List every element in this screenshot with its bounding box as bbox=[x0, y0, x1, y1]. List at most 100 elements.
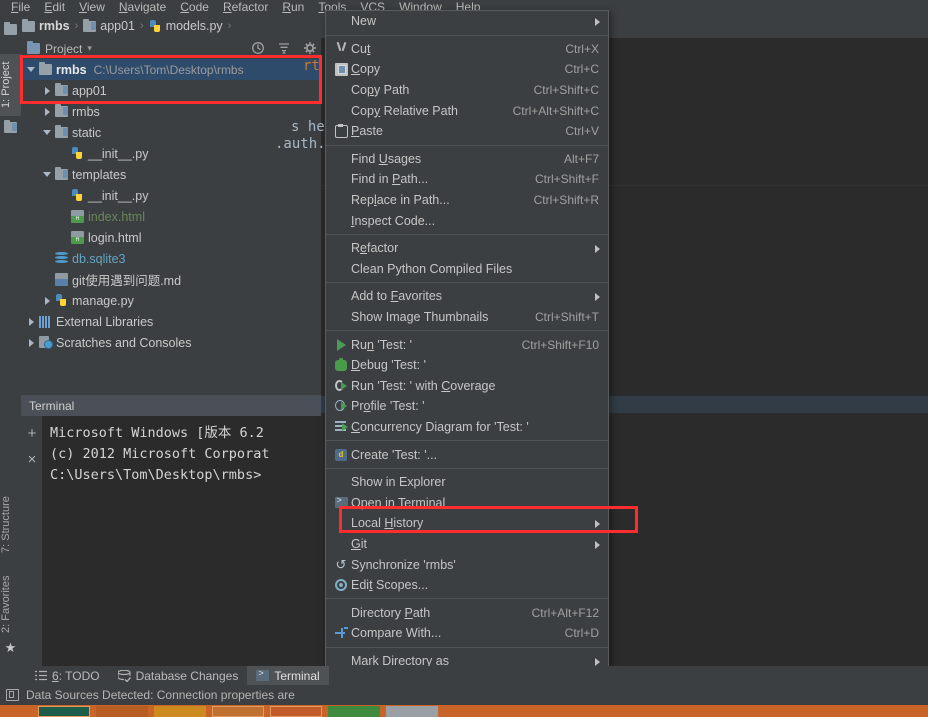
context-menu-item-find-in-path[interactable]: Find in Path... Ctrl+Shift+F bbox=[326, 169, 608, 190]
context-menu-item-paste[interactable]: Paste Ctrl+V bbox=[326, 121, 608, 142]
submenu-arrow-icon bbox=[595, 18, 600, 26]
sidebar-tab-structure[interactable]: 7: Structure bbox=[0, 488, 21, 562]
left-tool-window-stripe[interactable]: 1: Project 7: Structure 2: Favorites ★ bbox=[0, 22, 22, 696]
context-menu-item-copy-relative-path[interactable]: Copy Relative Path Ctrl+Alt+Shift+C bbox=[326, 100, 608, 121]
tree-node-app01[interactable]: app01 bbox=[21, 80, 321, 101]
sidebar-tab-favorites[interactable]: 2: Favorites bbox=[0, 566, 21, 642]
tree-node-label: Scratches and Consoles bbox=[56, 335, 192, 350]
context-menu-item-edit-scopes[interactable]: Edit Scopes... bbox=[326, 575, 608, 596]
close-terminal-session-button[interactable]: × bbox=[26, 452, 38, 467]
context-menu-item-debug-test[interactable]: Debug 'Test: ' bbox=[326, 355, 608, 376]
chevron-right-icon[interactable] bbox=[41, 296, 53, 305]
context-menu-item-add-to-favorites[interactable]: Add to Favorites bbox=[326, 286, 608, 307]
tree-node-db-sqlite3[interactable]: db.sqlite3 bbox=[21, 248, 321, 269]
taskbar-item[interactable] bbox=[96, 706, 148, 717]
context-menu-item-copy[interactable]: Copy Ctrl+C bbox=[326, 59, 608, 80]
module-folder-icon bbox=[53, 83, 70, 96]
chevron-right-icon[interactable] bbox=[41, 107, 53, 116]
context-menu-item-label: Paste bbox=[351, 124, 383, 139]
menu-separator bbox=[326, 34, 608, 36]
chevron-down-icon[interactable] bbox=[25, 67, 37, 72]
taskbar-item[interactable] bbox=[38, 706, 90, 717]
context-menu-item-clean-python-compiled-files[interactable]: Clean Python Compiled Files bbox=[326, 259, 608, 280]
tree-node-index-html[interactable]: Hindex.html bbox=[21, 206, 321, 227]
tree-node-__init__-py[interactable]: __init__.py bbox=[21, 185, 321, 206]
cut-icon bbox=[331, 42, 351, 55]
settings-gear-icon[interactable] bbox=[303, 41, 317, 55]
context-menu-item-label: Add to Favorites bbox=[351, 289, 443, 304]
project-panel-header[interactable]: Project ▾ bbox=[21, 38, 321, 59]
chevron-down-icon[interactable] bbox=[41, 172, 53, 177]
context-menu-item-label: Local History bbox=[351, 516, 424, 531]
chevron-down-icon[interactable] bbox=[41, 130, 53, 135]
context-menu-item-concurrency-diagram-for-test[interactable]: Concurrency Diagram for 'Test: ' bbox=[326, 417, 608, 438]
chevron-right-icon[interactable] bbox=[25, 338, 37, 347]
context-menu-item-synchronize-rmbs[interactable]: ↺ Synchronize 'rmbs' bbox=[326, 554, 608, 575]
new-terminal-session-button[interactable]: + bbox=[26, 426, 38, 441]
bottom-tool-window-bar[interactable]: 6: TODO Database Changes Terminal bbox=[0, 666, 928, 685]
bottom-tab-terminal[interactable]: Terminal bbox=[247, 666, 329, 685]
context-menu-item-find-usages[interactable]: Find Usages Alt+F7 bbox=[326, 149, 608, 170]
context-menu-item-run-test[interactable]: Run 'Test: ' Ctrl+Shift+F10 bbox=[326, 334, 608, 355]
project-panel-dropdown-icon[interactable]: ▾ bbox=[87, 43, 92, 54]
bottom-tab-6-todo[interactable]: 6: TODO bbox=[26, 666, 109, 685]
context-menu-item-open-in-terminal[interactable]: Open in Terminal bbox=[326, 492, 608, 513]
context-menu-item-run-test-with-coverage[interactable]: Run 'Test: ' with Coverage bbox=[326, 376, 608, 397]
tree-node-rmbs[interactable]: rmbs bbox=[21, 101, 321, 122]
context-menu-item-directory-path[interactable]: Directory Path Ctrl+Alt+F12 bbox=[326, 602, 608, 623]
taskbar-item[interactable] bbox=[328, 706, 380, 717]
project-tree[interactable]: rmbs C:\Users\Tom\Desktop\rmbs app01 rmbs st… bbox=[21, 59, 321, 395]
tree-node-external-libraries[interactable]: External Libraries bbox=[21, 311, 321, 332]
context-menu-item-shortcut: Ctrl+Shift+R bbox=[533, 193, 599, 208]
menu-refactor[interactable]: Refactor bbox=[216, 1, 275, 14]
menu-view[interactable]: View bbox=[72, 1, 112, 14]
python-file-icon bbox=[53, 294, 70, 307]
context-menu-item-replace-in-path[interactable]: Replace in Path... Ctrl+Shift+R bbox=[326, 190, 608, 211]
menu-file[interactable]: File bbox=[4, 1, 37, 14]
file-context-menu[interactable]: New Cut Ctrl+X Copy Ctrl+C Copy Path Ctrl+Shif… bbox=[325, 10, 609, 717]
module-folder-icon bbox=[53, 167, 70, 180]
chevron-right-icon[interactable] bbox=[25, 317, 37, 326]
menu-navigate[interactable]: Navigate bbox=[112, 1, 173, 14]
context-menu-item-refactor[interactable]: Refactor bbox=[326, 238, 608, 259]
sidebar-tab-project[interactable]: 1: Project bbox=[0, 54, 21, 116]
breadcrumb-item-app01[interactable]: app01 bbox=[83, 19, 135, 33]
context-menu-item-git[interactable]: Git bbox=[326, 534, 608, 555]
terminal-side-toolbar[interactable]: + × bbox=[21, 416, 42, 666]
collapse-all-icon[interactable] bbox=[251, 41, 265, 55]
context-menu-item-cut[interactable]: Cut Ctrl+X bbox=[326, 39, 608, 60]
tree-node-rmbs[interactable]: rmbs C:\Users\Tom\Desktop\rmbs bbox=[21, 59, 321, 80]
breadcrumb-item-rmbs[interactable]: rmbs bbox=[22, 19, 70, 33]
sort-icon[interactable] bbox=[277, 41, 291, 55]
project-panel-toolbar[interactable] bbox=[251, 41, 317, 55]
tree-node-git-md[interactable]: git使用遇到问题.md bbox=[21, 269, 321, 290]
windows-taskbar[interactable] bbox=[0, 705, 928, 717]
tree-node-templates[interactable]: templates bbox=[21, 164, 321, 185]
terminal-panel-header[interactable]: Terminal bbox=[21, 395, 321, 416]
context-menu-item-compare-with[interactable]: Compare With... Ctrl+D bbox=[326, 623, 608, 644]
event-log-icon[interactable] bbox=[6, 689, 19, 701]
context-menu-item-new[interactable]: New bbox=[326, 11, 608, 32]
menu-edit[interactable]: Edit bbox=[37, 1, 72, 14]
context-menu-item-label: Copy Path bbox=[351, 83, 410, 98]
context-menu-item-inspect-code[interactable]: Inspect Code... bbox=[326, 210, 608, 231]
taskbar-item[interactable] bbox=[212, 706, 264, 717]
menu-run[interactable]: Run bbox=[275, 1, 311, 14]
tree-node-manage-py[interactable]: manage.py bbox=[21, 290, 321, 311]
context-menu-item-copy-path[interactable]: Copy Path Ctrl+Shift+C bbox=[326, 80, 608, 101]
tree-node-login-html[interactable]: Hlogin.html bbox=[21, 227, 321, 248]
context-menu-item-profile-test[interactable]: Profile 'Test: ' bbox=[326, 396, 608, 417]
context-menu-item-local-history[interactable]: Local History bbox=[326, 513, 608, 534]
context-menu-item-create-test[interactable]: d Create 'Test: '... bbox=[326, 444, 608, 465]
taskbar-item[interactable] bbox=[270, 706, 322, 717]
menu-code[interactable]: Code bbox=[173, 1, 216, 14]
chevron-right-icon[interactable] bbox=[41, 86, 53, 95]
taskbar-item[interactable] bbox=[386, 706, 438, 717]
bottom-tab-database-changes[interactable]: Database Changes bbox=[109, 666, 248, 685]
terminal-output[interactable]: Microsoft Windows [版本 6.2 (c) 2012 Micros… bbox=[42, 416, 321, 666]
context-menu-item-show-in-explorer[interactable]: Show in Explorer bbox=[326, 472, 608, 493]
taskbar-item[interactable] bbox=[154, 706, 206, 717]
breadcrumb-item-models-py[interactable]: models.py bbox=[149, 19, 223, 33]
context-menu-item-show-image-thumbnails[interactable]: Show Image Thumbnails Ctrl+Shift+T bbox=[326, 307, 608, 328]
tree-node-scratches-and-consoles[interactable]: Scratches and Consoles bbox=[21, 332, 321, 353]
